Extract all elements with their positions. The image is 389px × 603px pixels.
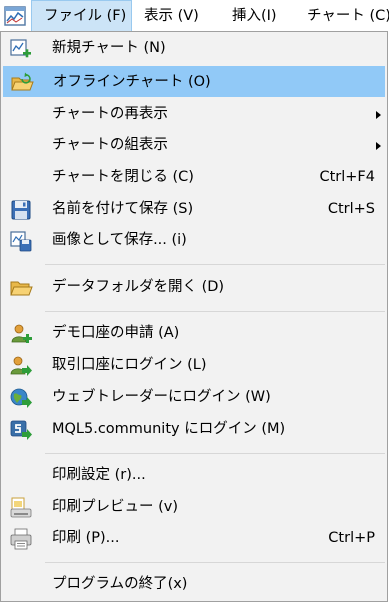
menu-item-chart-redisplay[interactable]: チャートの再表示 (3, 99, 385, 130)
menu-item-label: チャートの再表示 (52, 106, 168, 122)
menu-item-label: データフォルダを開く (D) (52, 279, 225, 295)
menu-item-label: 取引口座にログイン (L) (52, 357, 207, 373)
menu-item-label: ウェブトレーダーにログイン (W) (52, 389, 271, 405)
menu-item-save-as[interactable]: 名前を付けて保存 (S) Ctrl+S (3, 194, 385, 225)
menu-item-label: 名前を付けて保存 (S) (52, 201, 194, 217)
menu-item-new-chart[interactable]: 新規チャート (N) (3, 33, 385, 64)
printer-icon (9, 527, 33, 551)
menu-file[interactable]: ファイル (F) (31, 0, 132, 32)
folder-icon (9, 276, 33, 300)
menu-item-label: 印刷 (P)... (52, 530, 120, 546)
new-chart-icon (9, 37, 33, 61)
menu-separator (45, 562, 385, 563)
chart-window-icon[interactable] (3, 4, 27, 28)
menu-bar: ファイル (F) 表示 (V) 挿入(I) チャート (C) (0, 0, 389, 32)
menu-item-shortcut: Ctrl+S (327, 201, 375, 217)
menu-view[interactable]: 表示 (V) (144, 0, 199, 32)
menu-item-label: オフラインチャート (O) (53, 74, 211, 90)
user-login-icon (9, 354, 33, 378)
globe-login-icon (9, 386, 33, 410)
menu-item-login-trade[interactable]: 取引口座にログイン (L) (3, 350, 385, 381)
menu-item-label: チャートを閉じる (C) (52, 169, 194, 185)
menu-item-login-webtrader[interactable]: ウェブトレーダーにログイン (W) (3, 382, 385, 413)
folder-refresh-icon (10, 71, 34, 95)
menu-separator (45, 453, 385, 454)
menu-item-shortcut: Ctrl+P (328, 530, 375, 546)
menu-item-label: チャートの組表示 (52, 137, 168, 153)
menu-item-label: 画像として保存... (i) (52, 232, 187, 248)
menu-item-close-chart[interactable]: チャートを閉じる (C) Ctrl+F4 (3, 162, 385, 193)
menu-item-label: デモ口座の申請 (A) (52, 325, 180, 341)
menu-insert[interactable]: 挿入(I) (232, 0, 277, 32)
menu-item-label: 新規チャート (N) (52, 40, 166, 56)
menu-item-login-mql5[interactable]: MQL5.community にログイン (M) (3, 414, 385, 445)
menu-item-label: MQL5.community にログイン (M) (52, 421, 286, 437)
menu-item-label: 印刷設定 (r)... (52, 467, 146, 483)
menu-item-offline-chart[interactable]: オフラインチャート (O) (3, 66, 385, 97)
user-add-icon (9, 322, 33, 346)
floppy-disk-icon (9, 198, 33, 222)
save-image-icon (9, 229, 33, 253)
file-dropdown-menu: 新規チャート (N) オフラインチャート (O) チャートの再表示 チャートの組… (0, 31, 388, 602)
menu-item-print-preview[interactable]: 印刷プレビュー (v) (3, 492, 385, 523)
menu-item-print-setup[interactable]: 印刷設定 (r)... (3, 460, 385, 491)
menu-file-label: ファイル (F) (44, 8, 127, 24)
menu-item-chart-arrange[interactable]: チャートの組表示 (3, 130, 385, 161)
menu-item-save-as-image[interactable]: 画像として保存... (i) (3, 225, 385, 256)
menu-view-label: 表示 (V) (144, 8, 199, 24)
menu-separator (45, 311, 385, 312)
menu-chart-label: チャート (C) (307, 8, 389, 24)
menu-item-open-data-folder[interactable]: データフォルダを開く (D) (3, 272, 385, 303)
menu-item-shortcut: Ctrl+F4 (319, 169, 375, 185)
menu-separator (45, 264, 385, 265)
menu-item-print[interactable]: 印刷 (P)... Ctrl+P (3, 523, 385, 554)
menu-item-exit[interactable]: プログラムの終了(x) (3, 569, 385, 600)
menu-item-label: 印刷プレビュー (v) (52, 499, 179, 515)
menu-item-label: プログラムの終了(x) (52, 576, 188, 592)
mql5-login-icon (9, 418, 33, 442)
submenu-arrow-icon (376, 111, 381, 119)
menu-chart[interactable]: チャート (C) (307, 0, 389, 32)
print-preview-icon (9, 496, 33, 520)
menu-item-demo-account[interactable]: デモ口座の申請 (A) (3, 318, 385, 349)
submenu-arrow-icon (376, 142, 381, 150)
menu-insert-label: 挿入(I) (232, 8, 277, 24)
